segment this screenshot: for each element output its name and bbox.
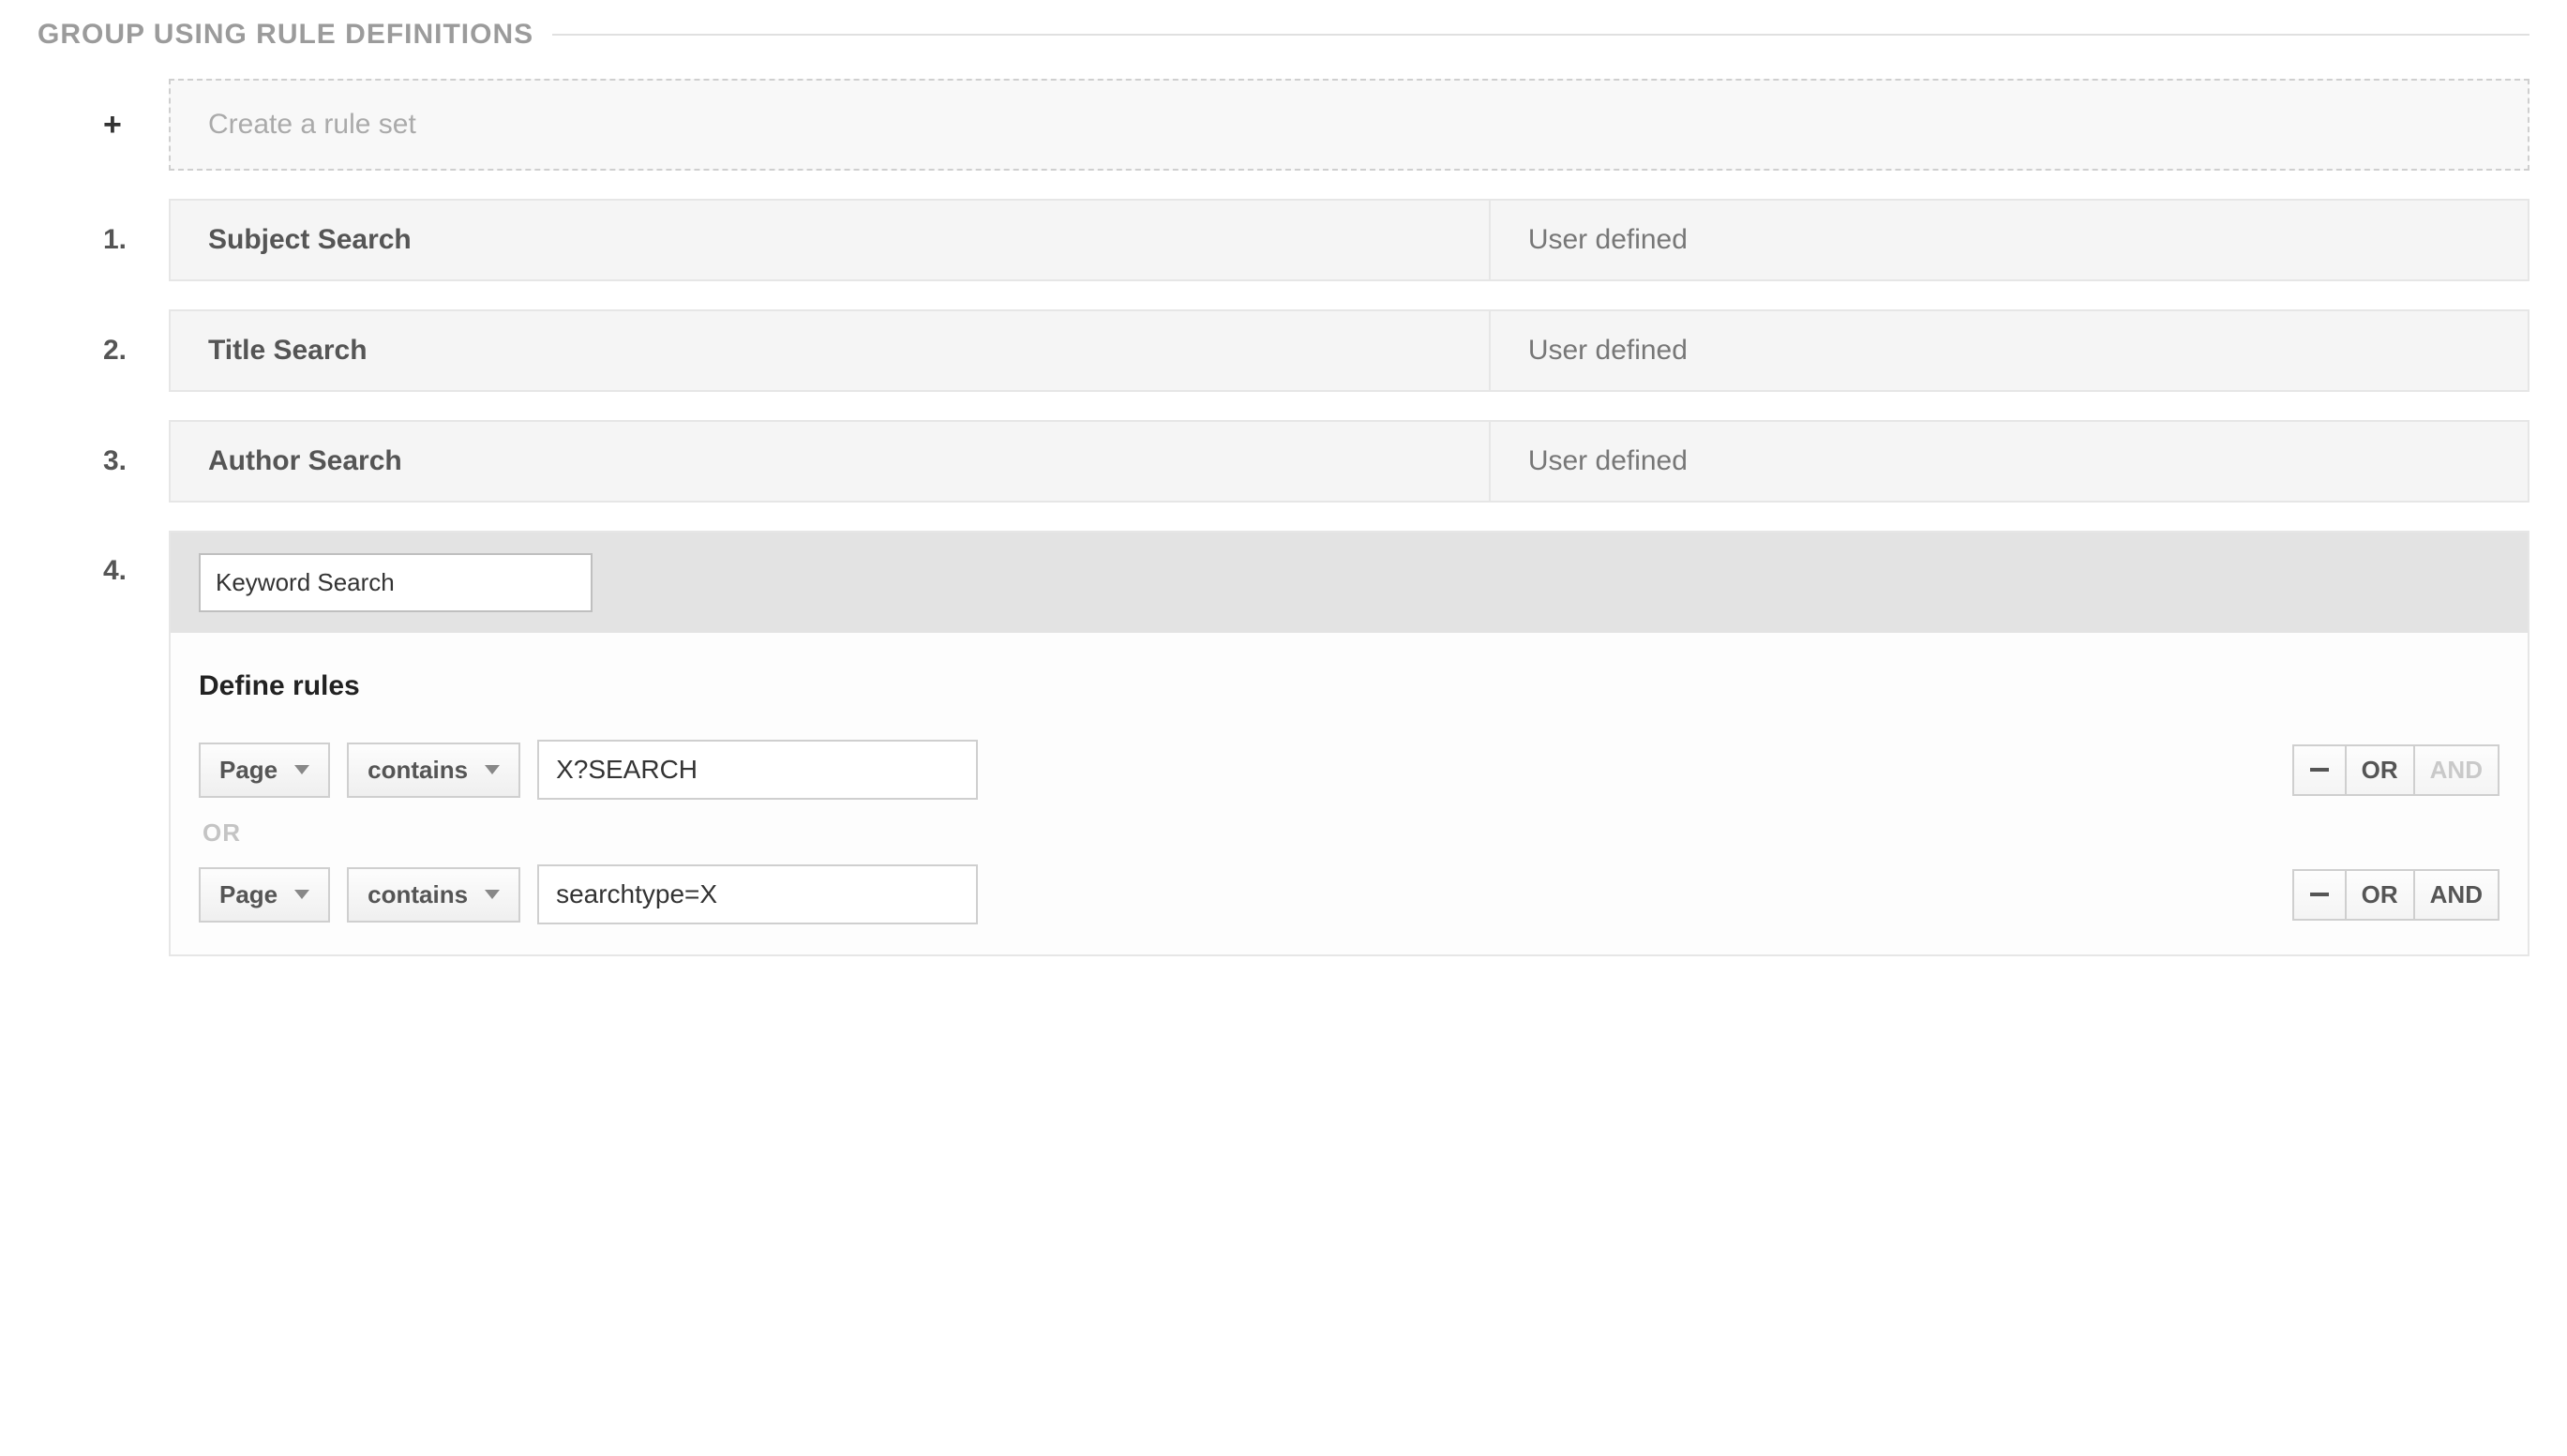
- or-button[interactable]: OR: [2347, 746, 2415, 794]
- rule-name: Author Search: [171, 422, 1491, 501]
- define-rules-title: Define rules: [199, 670, 2499, 702]
- dimension-label: Page: [219, 756, 278, 785]
- rule-name-input[interactable]: [199, 553, 593, 612]
- rule-condition-row: Page contains OR AND: [199, 864, 2499, 924]
- rule-number: 4.: [94, 531, 169, 587]
- rule-row-expanded: 4. Define rules Page contains: [94, 531, 2529, 956]
- rule-name: Title Search: [171, 311, 1491, 390]
- and-button: AND: [2415, 746, 2498, 794]
- rule-number: 2.: [94, 309, 169, 392]
- value-input[interactable]: [537, 864, 978, 924]
- rule-row: 1. Subject Search User defined: [94, 199, 2529, 281]
- rule-expanded-panel: Define rules Page contains: [169, 531, 2529, 956]
- rule-status: User defined: [1491, 201, 2528, 279]
- condition-op-group: OR AND: [2292, 744, 2499, 796]
- create-rule-set-button[interactable]: Create a rule set: [169, 79, 2529, 171]
- rule-row: 2. Title Search User defined: [94, 309, 2529, 392]
- chevron-down-icon: [485, 890, 500, 899]
- minus-icon: [2310, 893, 2329, 896]
- dimension-dropdown[interactable]: Page: [199, 867, 330, 923]
- create-rule-set-label: Create a rule set: [208, 109, 416, 140]
- rule-expanded-body: Define rules Page contains: [171, 633, 2528, 954]
- rule-status: User defined: [1491, 311, 2528, 390]
- dimension-dropdown[interactable]: Page: [199, 743, 330, 798]
- value-input[interactable]: [537, 740, 978, 800]
- rule-number: 1.: [94, 199, 169, 281]
- chevron-down-icon: [294, 890, 309, 899]
- operator-dropdown[interactable]: contains: [347, 743, 520, 798]
- rule-box[interactable]: Author Search User defined: [169, 420, 2529, 503]
- rule-status: User defined: [1491, 422, 2528, 501]
- section-header: GROUP USING RULE DEFINITIONS: [38, 19, 2529, 51]
- dimension-label: Page: [219, 880, 278, 909]
- section-divider: [552, 34, 2529, 36]
- create-rule-prefix: +: [94, 79, 169, 171]
- chevron-down-icon: [485, 765, 500, 774]
- remove-condition-button[interactable]: [2294, 746, 2347, 794]
- rule-box[interactable]: Subject Search User defined: [169, 199, 2529, 281]
- operator-dropdown[interactable]: contains: [347, 867, 520, 923]
- create-rule-row: + Create a rule set: [94, 79, 2529, 171]
- operator-label: contains: [368, 880, 468, 909]
- rule-row: 3. Author Search User defined: [94, 420, 2529, 503]
- rule-expanded-header: [171, 533, 2528, 633]
- section-title: GROUP USING RULE DEFINITIONS: [38, 19, 552, 51]
- rule-box[interactable]: Title Search User defined: [169, 309, 2529, 392]
- plus-icon[interactable]: +: [103, 107, 122, 143]
- minus-icon: [2310, 768, 2329, 772]
- chevron-down-icon: [294, 765, 309, 774]
- rule-name: Subject Search: [171, 201, 1491, 279]
- remove-condition-button[interactable]: [2294, 871, 2347, 919]
- content-area: + Create a rule set 1. Subject Search Us…: [38, 79, 2529, 956]
- and-button[interactable]: AND: [2415, 871, 2498, 919]
- operator-label: contains: [368, 756, 468, 785]
- or-button[interactable]: OR: [2347, 871, 2415, 919]
- condition-op-group: OR AND: [2292, 869, 2499, 921]
- rule-condition-row: Page contains OR AND: [199, 740, 2499, 800]
- or-separator: OR: [199, 811, 2499, 864]
- rule-number: 3.: [94, 420, 169, 503]
